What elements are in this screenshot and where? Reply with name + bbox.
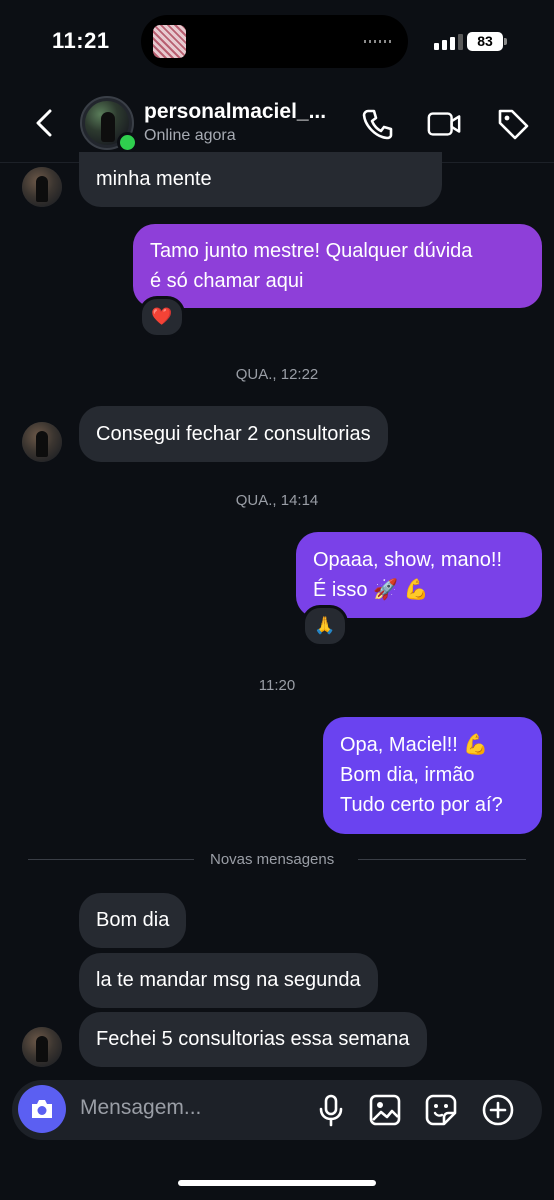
message-incoming[interactable]: la te mandar msg na segunda — [79, 953, 378, 1008]
message-text-line: é só chamar aqui — [150, 270, 304, 292]
message-text-line: Bom dia, irmão — [340, 764, 475, 786]
message-input[interactable]: Mensagem... — [80, 1096, 201, 1120]
home-indicator[interactable] — [178, 1180, 376, 1186]
contact-avatar-small[interactable] — [22, 167, 62, 207]
sticker-icon[interactable] — [424, 1093, 458, 1127]
separator-line — [28, 859, 194, 860]
message-text-line: Opa, Maciel!! 💪 — [340, 734, 489, 756]
message-timestamp: 11:20 — [258, 677, 296, 694]
message-outgoing[interactable]: Tamo junto mestre! Qualquer dúvida é só … — [133, 224, 542, 308]
message-incoming[interactable]: minha mente — [79, 152, 442, 207]
plus-icon[interactable] — [481, 1093, 515, 1127]
message-incoming[interactable]: Consegui fechar 2 consultorias — [79, 406, 388, 462]
battery-indicator: 83 — [467, 32, 503, 51]
message-text-line: É isso 🚀 💪 — [313, 579, 429, 601]
camera-icon — [32, 1100, 52, 1118]
message-incoming[interactable]: Fechei 5 consultorias essa semana — [79, 1012, 427, 1067]
status-time: 11:21 — [52, 28, 110, 53]
message-timestamp: QUA., 12:22 — [235, 366, 319, 383]
message-timestamp: QUA., 14:14 — [235, 492, 319, 509]
message-text: Bom dia — [96, 909, 170, 931]
message-text-line: Opaaa, show, mano!! — [313, 549, 503, 571]
video-icon[interactable] — [426, 106, 462, 142]
contact-avatar-small[interactable] — [22, 1027, 62, 1067]
pray-reaction[interactable]: 🙏 — [302, 605, 348, 647]
message-text-line: Tamo junto mestre! Qualquer dúvida — [150, 240, 473, 262]
phone-icon[interactable] — [360, 106, 396, 142]
message-outgoing[interactable]: Opa, Maciel!! 💪 Bom dia, irmão Tudo cert… — [323, 717, 542, 834]
message-incoming[interactable]: Bom dia — [79, 893, 187, 948]
audio-wave-icon — [364, 40, 394, 43]
new-messages-separator: Novas mensagens — [210, 851, 335, 868]
heart-reaction[interactable]: ❤️ — [139, 296, 185, 338]
tag-icon[interactable] — [495, 106, 531, 142]
dynamic-island — [141, 15, 408, 68]
contact-username[interactable]: personalmaciel_... — [144, 100, 326, 124]
microphone-icon[interactable] — [314, 1093, 348, 1127]
contact-avatar-small[interactable] — [22, 422, 62, 462]
now-playing-thumbnail — [153, 25, 186, 58]
gallery-icon[interactable] — [368, 1093, 402, 1127]
back-icon[interactable] — [30, 108, 60, 138]
separator-line — [358, 859, 526, 860]
message-text: Consegui fechar 2 consultorias — [96, 423, 371, 445]
message-text: la te mandar msg na segunda — [96, 969, 361, 991]
message-text-line: Tudo certo por aí? — [340, 794, 503, 816]
message-text: Fechei 5 consultorias essa semana — [96, 1028, 410, 1050]
battery-tip — [504, 38, 507, 45]
camera-button[interactable] — [18, 1085, 66, 1133]
message-text: minha mente — [96, 168, 212, 190]
online-indicator — [117, 132, 138, 153]
contact-status: Online agora — [144, 127, 236, 144]
signal-icon — [434, 34, 463, 50]
